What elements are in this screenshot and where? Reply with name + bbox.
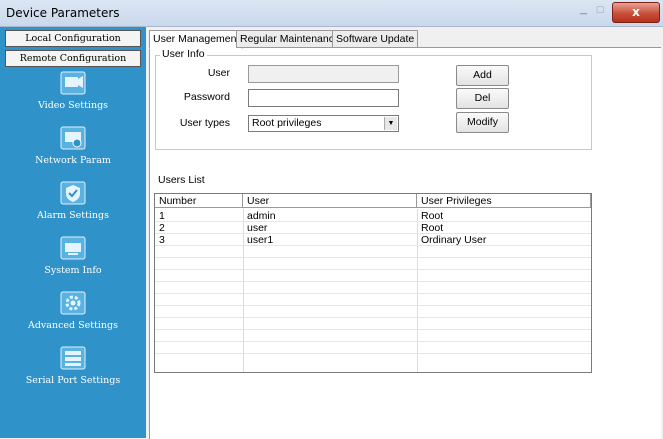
- network-icon: [60, 126, 86, 150]
- cell-number[interactable]: 1: [155, 210, 165, 222]
- cell-number[interactable]: 2: [155, 222, 165, 234]
- user-types-label: User types: [179, 117, 230, 129]
- serial-port-icon: [60, 346, 86, 370]
- user-field[interactable]: [248, 65, 399, 83]
- sidebar-item-label: Video Settings: [37, 100, 109, 111]
- row-divider: [155, 269, 591, 270]
- cell-privileges[interactable]: Root: [417, 222, 443, 234]
- password-field[interactable]: [248, 89, 399, 107]
- cell-user[interactable]: admin: [243, 210, 276, 222]
- password-label: Password: [183, 91, 230, 103]
- sidebar-item-advanced-settings[interactable]: Advanced Settings: [0, 290, 146, 331]
- sidebar-item-system-info[interactable]: System Info: [0, 235, 146, 276]
- user-info-title: User Info: [160, 48, 207, 60]
- video-settings-icon: [60, 71, 86, 95]
- row-divider: [155, 317, 591, 318]
- row-divider: [155, 353, 591, 354]
- add-button[interactable]: Add: [456, 65, 509, 86]
- sidebar-item-video-settings[interactable]: Video Settings: [0, 70, 146, 111]
- sidebar-item-alarm-settings[interactable]: Alarm Settings: [0, 180, 146, 221]
- row-divider: [155, 233, 591, 234]
- cell-number[interactable]: 3: [155, 234, 165, 246]
- system-info-icon: [60, 236, 86, 260]
- tab-local-configuration[interactable]: Local Configuration: [5, 30, 141, 47]
- cell-privileges[interactable]: Ordinary User: [417, 234, 486, 246]
- user-types-select[interactable]: Root privileges ▼: [248, 115, 399, 132]
- row-divider: [155, 341, 591, 342]
- sidebar-item-label: Advanced Settings: [27, 320, 118, 331]
- close-button[interactable]: x: [612, 2, 660, 23]
- cell-user[interactable]: user1: [243, 234, 273, 246]
- column-header-privileges[interactable]: User Privileges: [417, 194, 591, 208]
- window-titlebar: Device Parameters ▁ ▢ x: [0, 0, 663, 27]
- sidebar-item-label: System Info: [44, 265, 102, 276]
- tab-remote-configuration[interactable]: Remote Configuration: [5, 50, 141, 67]
- column-header-user[interactable]: User: [243, 194, 417, 208]
- advanced-gear-icon: [60, 291, 86, 315]
- modify-button[interactable]: Modify: [456, 112, 509, 133]
- del-button[interactable]: Del: [456, 88, 509, 109]
- minimize-maximize-icons: ▁ ▢: [580, 5, 608, 15]
- tab-regular-maintenance[interactable]: Regular Maintenance: [236, 30, 344, 48]
- users-list-title: Users List: [158, 174, 205, 186]
- tab-software-update[interactable]: Software Update: [332, 30, 419, 48]
- column-header-number[interactable]: Number: [155, 194, 243, 208]
- row-divider: [155, 281, 591, 282]
- alarm-shield-icon: [60, 181, 86, 205]
- row-divider: [155, 293, 591, 294]
- sidebar-item-label: Serial Port Settings: [25, 375, 121, 386]
- row-divider: [155, 221, 591, 222]
- row-divider: [155, 329, 591, 330]
- row-divider: [155, 305, 591, 306]
- sidebar-item-network-param[interactable]: Network Param: [0, 125, 146, 166]
- user-types-value: Root privileges: [252, 117, 322, 129]
- sidebar-item-label: Alarm Settings: [36, 210, 109, 221]
- window-title: Device Parameters: [6, 6, 120, 20]
- row-divider: [155, 245, 591, 246]
- users-list-table[interactable]: Number User User Privileges 1 admin Root…: [154, 193, 592, 373]
- chevron-down-icon[interactable]: ▼: [384, 117, 397, 130]
- sidebar-item-label: Network Param: [35, 155, 111, 166]
- sidebar-item-serial-port-settings[interactable]: Serial Port Settings: [0, 345, 146, 386]
- row-divider: [155, 257, 591, 258]
- cell-user[interactable]: user: [243, 222, 267, 234]
- tab-user-management[interactable]: User Management: [149, 30, 244, 49]
- cell-privileges[interactable]: Root: [417, 210, 443, 222]
- user-label: User: [207, 67, 230, 79]
